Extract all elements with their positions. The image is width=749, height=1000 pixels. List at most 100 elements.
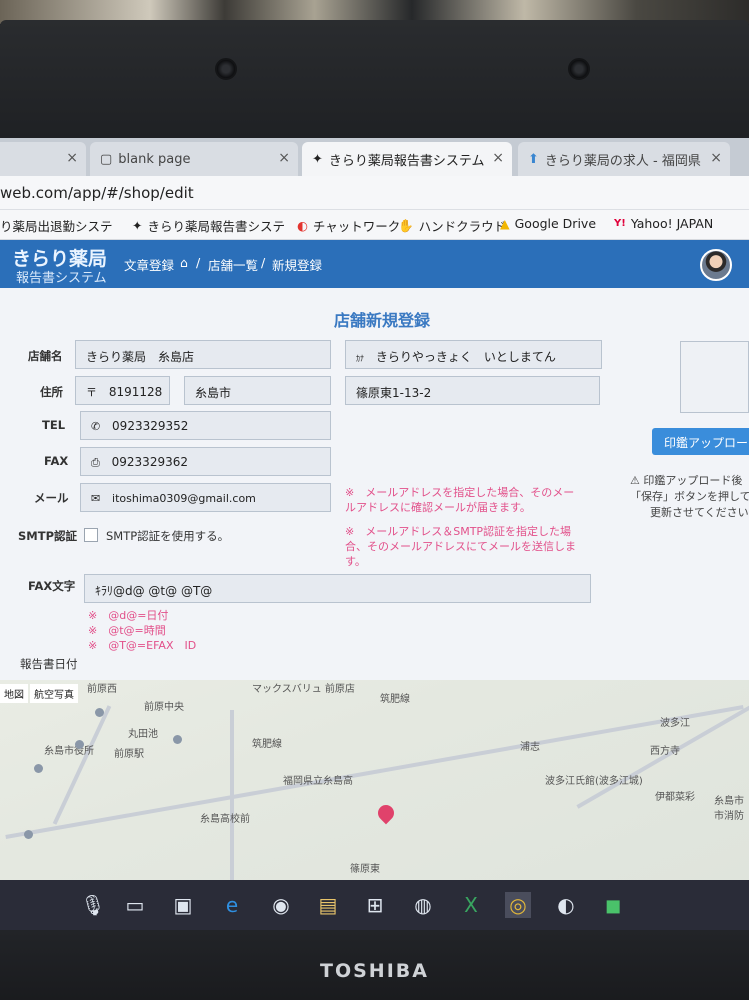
address-bar[interactable]: web.com/app/#/shop/edit <box>0 176 749 210</box>
nav-doc-register[interactable]: 文章登録 <box>124 255 174 274</box>
star-logo-icon: ✦ <box>132 218 143 233</box>
breadcrumb-new: 新規登録 <box>272 258 323 273</box>
mail-icon: ✉ <box>91 492 101 505</box>
store-name-field[interactable]: きらり薬局 糸島店 <box>75 340 331 369</box>
breadcrumb-separator: / <box>196 255 201 270</box>
bookmark-item[interactable]: り薬局出退勤システ <box>0 216 113 235</box>
star-logo-icon: ✦ <box>312 151 323 167</box>
map-poi-icon <box>95 708 104 717</box>
explorer-icon[interactable]: ▤ <box>315 892 341 918</box>
tel-field[interactable]: ✆ 0923329352 <box>80 411 331 440</box>
map-label: 前原駅 <box>114 749 144 760</box>
browser-tab-bar: × ▢ blank page × ✦ きらり薬局報告書システム × ⬆ きらり薬… <box>0 138 749 176</box>
store-kana-field[interactable]: ｶﾅ きらりやっきょく いとしまてん <box>345 340 602 369</box>
tel-label: TEL <box>42 418 66 432</box>
tab-label: きらり薬局報告書システム <box>328 153 485 169</box>
map-label: 波多江 <box>660 718 690 729</box>
map-label: 筑肥線 <box>380 694 410 705</box>
browser-tab[interactable]: ▢ blank page × <box>90 142 298 176</box>
mail-label: メール <box>34 491 69 505</box>
map-label: 糸島市役所 <box>44 746 94 757</box>
chrome-icon[interactable]: ◎ <box>505 892 531 918</box>
chatwork-icon: ◐ <box>297 218 308 233</box>
bookmark-item[interactable]: Y! Yahoo! JAPAN <box>614 216 713 231</box>
stamp-upload-warning: ⚠ 印鑑アップロード後 「保存」ボタンを押して 更新させてください <box>630 474 749 519</box>
yahoo-icon: Y! <box>614 218 626 229</box>
bezel-screw <box>215 58 237 80</box>
laptop-bezel-top <box>0 20 749 138</box>
page-title: 店舗新規登録 <box>334 311 431 330</box>
laptop-screen: × ▢ blank page × ✦ きらり薬局報告書システム × ⬆ きらり薬… <box>0 138 749 930</box>
map-label: 前原中央 <box>144 702 184 713</box>
map-label: マックスバリュ 前原店 <box>252 684 355 695</box>
line-icon[interactable]: ◼ <box>600 892 626 918</box>
tab-label: blank page <box>118 151 191 167</box>
smtp-checkbox[interactable] <box>84 528 98 542</box>
app3-icon[interactable]: ◐ <box>553 892 579 918</box>
map-label: 前原西 <box>87 684 117 695</box>
mic-icon[interactable]: 🎙 <box>80 892 106 918</box>
edge-icon[interactable]: e <box>219 892 245 918</box>
bookmark-item[interactable]: ◐ チャットワーク <box>297 216 400 235</box>
avatar[interactable] <box>700 249 732 281</box>
bookmarks-bar: り薬局出退勤システ ✦ きらり薬局報告書システ ◐ チャットワーク ✋ ハンドク… <box>0 210 749 240</box>
store-name-label: 店舗名 <box>28 349 63 363</box>
tab-close-icon[interactable]: × <box>710 150 722 166</box>
fax-text-hints: ※ @d@=日付 ※ @t@=時間 ※ @T@=EFAX ID <box>88 609 197 652</box>
city-field[interactable]: 糸島市 <box>184 376 331 405</box>
smtp-checkbox-label[interactable]: SMTP認証を使用する。 <box>106 528 229 544</box>
smtp-note: ※ メールアドレス＆SMTP認証を指定した場 合、そのメールアドレスにてメールを… <box>345 525 576 568</box>
map-road <box>52 705 112 825</box>
map-label: 丸田池 <box>128 729 158 740</box>
mail-field[interactable]: ✉ itoshima0309@gmail.com <box>80 483 331 512</box>
bookmark-item[interactable]: ▲ Google Drive <box>500 216 596 231</box>
map-poi-icon <box>173 735 182 744</box>
postal-code-field[interactable]: 〒 8191128 <box>75 376 170 405</box>
stamp-upload-button[interactable]: 印鑑アップロー <box>652 428 749 455</box>
fax-text-field[interactable]: ｷﾗﾘ@d@ @t@ @T@ <box>84 574 591 603</box>
map-label: 浦志 <box>520 742 540 753</box>
task-view-icon[interactable]: ▭ <box>122 892 148 918</box>
report-date-label: 報告書日付 <box>20 657 78 671</box>
fax-icon: ⎙ <box>91 456 100 469</box>
map-road <box>230 710 234 880</box>
street-field[interactable]: 篠原東1-13-2 <box>345 376 600 405</box>
media-icon[interactable]: ▣ <box>170 892 196 918</box>
map-location-pin-icon[interactable] <box>374 801 398 825</box>
tab-close-icon[interactable]: × <box>66 150 78 166</box>
app-header: きらり薬局 報告書システム 文章登録 ⌂ / 店舗一覧 / 新規登録 <box>0 240 749 288</box>
tab-close-icon[interactable]: × <box>278 150 290 166</box>
breadcrumb-store-list[interactable]: 店舗一覧 <box>208 255 258 274</box>
tab-label: きらり薬局の求人 - 福岡県 <box>544 153 701 169</box>
app-logo-sub: 報告書システム <box>16 271 107 286</box>
store-location-map[interactable]: 地図 航空写真 前原西 前原中央 マックスバリュ 前原店 筑肥線 丸田池 糸島市… <box>0 680 749 880</box>
breadcrumb-separator: / <box>261 255 266 270</box>
home-icon[interactable]: ⌂ <box>180 255 188 270</box>
app-icon[interactable]: ◉ <box>268 892 294 918</box>
stamp-preview <box>680 341 749 413</box>
store-icon[interactable]: ⊞ <box>362 892 388 918</box>
handcloud-icon: ✋ <box>398 217 414 233</box>
map-type-satellite[interactable]: 航空写真 <box>30 684 78 703</box>
map-poi-icon <box>75 740 84 749</box>
smtp-label: SMTP認証 <box>18 529 77 543</box>
app2-icon[interactable]: ◍ <box>410 892 436 918</box>
fax-field[interactable]: ⎙ 0923329362 <box>80 447 331 476</box>
bookmark-item[interactable]: ✦ きらり薬局報告書システ <box>132 216 285 235</box>
browser-tab[interactable]: ⬆ きらり薬局の求人 - 福岡県 × <box>518 142 730 176</box>
fax-text-label: FAX文字 <box>28 579 76 593</box>
map-label: 糸島市市消防 <box>714 796 744 822</box>
tab-close-icon[interactable]: × <box>492 150 504 166</box>
mail-note: ※ メールアドレスを指定した場合、そのメー ルアドレスに確認メールが届きます。 <box>345 486 575 514</box>
map-label: 篠原東 <box>350 864 380 875</box>
browser-tab-active[interactable]: ✦ きらり薬局報告書システム × <box>302 142 512 176</box>
map-label: 福岡県立糸島高 <box>283 776 353 787</box>
bookmark-item[interactable]: ✋ ハンドクラウド <box>398 216 506 235</box>
excel-icon[interactable]: X <box>458 892 484 918</box>
browser-tab[interactable]: × <box>0 142 86 176</box>
address-label: 住所 <box>40 385 63 399</box>
map-type-map[interactable]: 地図 <box>0 684 28 703</box>
google-drive-icon: ▲ <box>500 216 510 231</box>
bezel-screw <box>568 58 590 80</box>
map-label: 糸島高校前 <box>200 814 250 825</box>
